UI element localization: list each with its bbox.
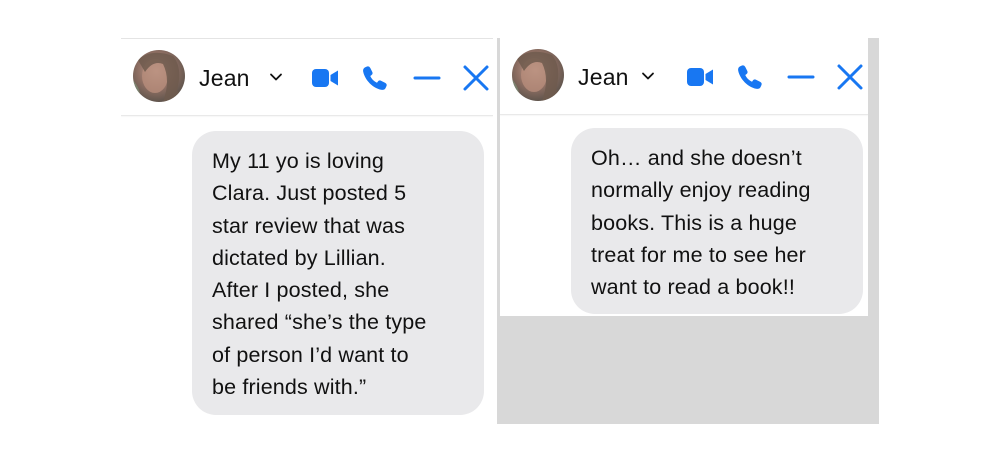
contact-name[interactable]: Jean	[578, 64, 629, 91]
chat-header: Jean	[500, 38, 868, 115]
minimize-icon[interactable]	[786, 62, 816, 92]
chat-window-left: Jean 9:05 PM My 11 yo is loving Clara. J…	[121, 38, 493, 452]
avatar-photo-icon	[512, 49, 564, 101]
minimize-icon[interactable]	[412, 63, 442, 93]
message-bubble: Oh… and she doesn’t normally enjoy readi…	[571, 128, 863, 314]
message-bubble: My 11 yo is loving Clara. Just posted 5 …	[192, 131, 484, 415]
chat-header: Jean	[121, 39, 493, 116]
phone-call-icon[interactable]	[360, 63, 390, 93]
avatar-photo-icon	[133, 50, 185, 102]
close-icon[interactable]	[835, 62, 865, 92]
contact-avatar[interactable]	[512, 49, 564, 101]
chevron-down-icon[interactable]	[640, 68, 656, 84]
video-call-icon[interactable]	[685, 62, 715, 92]
contact-avatar[interactable]	[133, 50, 185, 102]
screenshot-canvas: Jean 9:05 PM My 11 yo is loving Clara. J…	[0, 0, 999, 452]
chat-window-right: Jean Oh… and she doesn’t normally enjoy …	[500, 38, 868, 316]
close-icon[interactable]	[461, 63, 491, 93]
chevron-down-icon[interactable]	[268, 69, 284, 85]
contact-name[interactable]: Jean	[199, 65, 250, 92]
video-call-icon[interactable]	[310, 63, 340, 93]
phone-call-icon[interactable]	[735, 62, 765, 92]
